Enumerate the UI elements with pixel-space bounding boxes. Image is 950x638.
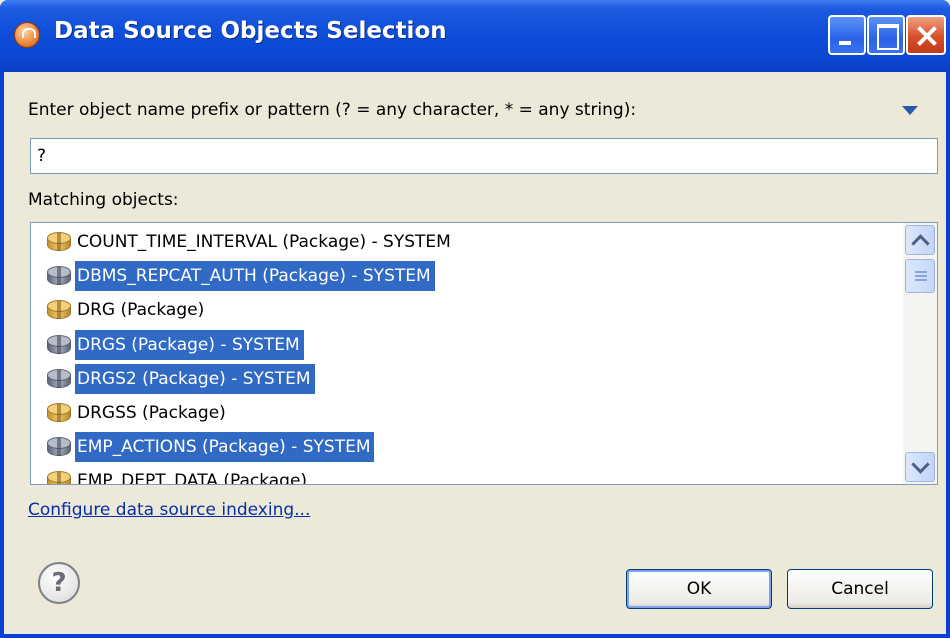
list-item-label: DRGS2 (Package) - SYSTEM xyxy=(75,363,315,394)
package-icon xyxy=(44,402,74,424)
package-gray-icon xyxy=(44,436,74,458)
grip-line xyxy=(915,275,927,277)
ok-button[interactable]: OK xyxy=(626,569,772,609)
scroll-thumb[interactable] xyxy=(905,259,935,293)
list-item-label: DRGSS (Package) xyxy=(77,403,226,423)
list-item-label: DRG (Package) xyxy=(77,300,205,321)
pattern-input[interactable] xyxy=(30,138,938,174)
configure-indexing-link[interactable]: Configure data source indexing... xyxy=(28,500,310,520)
pattern-prompt-label: Enter object name prefix or pattern (? =… xyxy=(28,100,637,120)
package-icon xyxy=(44,470,74,484)
list-item[interactable]: EMP_DEPT_DATA (Package) xyxy=(31,464,903,485)
list-item-label: EMP_ACTIONS (Package) - SYSTEM xyxy=(75,432,375,463)
package-gray-icon xyxy=(44,368,74,390)
package-icon xyxy=(44,231,74,253)
list-item-label: EMP_DEPT_DATA (Package) xyxy=(77,471,308,485)
list-item[interactable]: DRG (Package) xyxy=(31,293,903,327)
list-item[interactable]: DRGS (Package) - SYSTEM xyxy=(31,328,903,362)
grip-line xyxy=(915,271,927,273)
minimize-button[interactable] xyxy=(828,15,866,55)
help-button[interactable]: ? xyxy=(38,562,80,604)
list-item-label: COUNT_TIME_INTERVAL (Package) - SYSTEM xyxy=(77,232,451,252)
title-bar[interactable]: Data Source Objects Selection xyxy=(0,0,950,72)
package-icon xyxy=(44,299,74,321)
list-item[interactable]: COUNT_TIME_INTERVAL (Package) - SYSTEM xyxy=(31,225,903,259)
grip-line xyxy=(915,279,927,281)
matching-objects-label: Matching objects: xyxy=(28,190,179,210)
list-viewport: COUNT_TIME_INTERVAL (Package) - SYSTEM DB… xyxy=(31,223,903,485)
package-gray-icon xyxy=(44,265,74,287)
maximize-button[interactable] xyxy=(867,15,905,55)
list-item[interactable]: DBMS_REPCAT_AUTH (Package) - SYSTEM xyxy=(31,259,903,293)
vertical-scrollbar[interactable] xyxy=(903,223,937,484)
list-item[interactable]: DRGS2 (Package) - SYSTEM xyxy=(31,362,903,396)
close-button[interactable] xyxy=(906,15,946,55)
list-item[interactable]: EMP_ACTIONS (Package) - SYSTEM xyxy=(31,430,903,464)
dialog-body: Enter object name prefix or pattern (? =… xyxy=(4,72,946,634)
matching-objects-list[interactable]: COUNT_TIME_INTERVAL (Package) - SYSTEM DB… xyxy=(30,222,938,485)
list-item[interactable]: DRGSS (Package) xyxy=(31,396,903,430)
close-icon xyxy=(908,17,944,53)
dialog-window: Data Source Objects Selection Enter obje… xyxy=(0,0,950,638)
view-menu-icon[interactable] xyxy=(902,106,918,115)
window-title: Data Source Objects Selection xyxy=(54,18,447,44)
scroll-down-button[interactable] xyxy=(905,452,935,482)
scroll-up-button[interactable] xyxy=(905,225,935,255)
list-item-label: DBMS_REPCAT_AUTH (Package) - SYSTEM xyxy=(75,261,435,292)
package-gray-icon xyxy=(44,334,74,356)
list-item-label: DRGS (Package) - SYSTEM xyxy=(75,329,304,360)
app-icon xyxy=(14,22,40,48)
cancel-button[interactable]: Cancel xyxy=(787,569,933,609)
